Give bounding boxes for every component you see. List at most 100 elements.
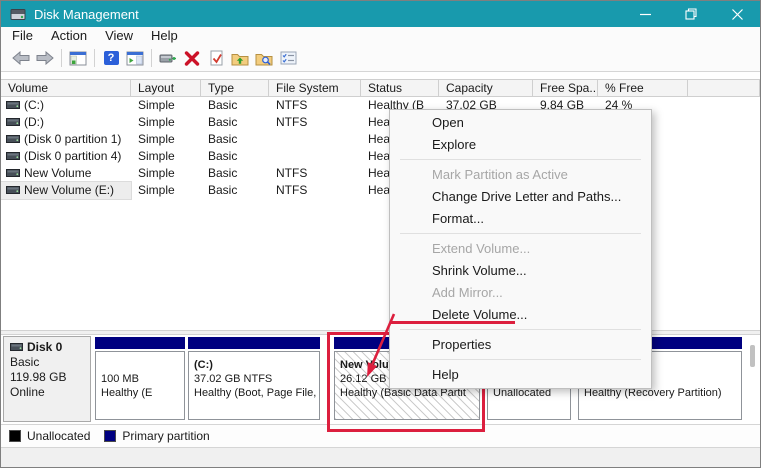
- menu-item-format[interactable]: Format...: [390, 208, 651, 230]
- volume-name: (Disk 0 partition 4): [24, 148, 121, 165]
- drive-icon: [6, 182, 20, 199]
- column-header-layout[interactable]: Layout: [131, 80, 201, 96]
- window-title: Disk Management: [34, 7, 139, 22]
- menu-file[interactable]: File: [3, 27, 42, 45]
- menu-item-explore[interactable]: Explore: [390, 134, 651, 156]
- menu-item-add-mirror: Add Mirror...: [390, 282, 651, 304]
- empty-cell: [688, 131, 760, 148]
- file-system-cell: NTFS: [269, 97, 361, 114]
- legend-label-primary-partition: Primary partition: [122, 429, 209, 443]
- scrollbar-thumb[interactable]: [750, 345, 755, 367]
- partition-status: Healthy (E: [101, 386, 184, 400]
- drive-icon: [6, 97, 20, 114]
- properties-list-icon[interactable]: [276, 48, 300, 68]
- layout-cell: Simple: [131, 114, 201, 131]
- file-system-cell: NTFS: [269, 182, 361, 199]
- column-header-volume[interactable]: Volume: [1, 80, 131, 96]
- menu-help[interactable]: Help: [142, 27, 187, 45]
- volume-name: (Disk 0 partition 1): [24, 131, 121, 148]
- column-header-free[interactable]: % Free: [598, 80, 688, 96]
- legend-swatch-primary-partition: [104, 430, 116, 442]
- partition-bar-c-drive: [188, 337, 320, 349]
- column-header-free-spa[interactable]: Free Spa...: [533, 80, 598, 96]
- partition-bar-system-partition: [95, 337, 185, 349]
- forward-icon[interactable]: [33, 48, 57, 68]
- open-folder-icon[interactable]: [228, 48, 252, 68]
- partition-name: [101, 358, 184, 372]
- file-system-cell: NTFS: [269, 114, 361, 131]
- partition-size: 37.02 GB NTFS: [194, 372, 319, 386]
- legend-swatch-unallocated: [9, 430, 21, 442]
- volume-list-header: VolumeLayoutTypeFile SystemStatusCapacit…: [1, 79, 760, 97]
- type-cell: Basic: [201, 131, 269, 148]
- mark-active-document-icon[interactable]: [204, 48, 228, 68]
- volume-name: New Volume: [24, 165, 91, 182]
- menu-bar: FileActionViewHelp: [1, 27, 760, 45]
- legend-bar: Unallocated Primary partition: [1, 424, 760, 447]
- title-bar: Disk Management: [1, 1, 760, 27]
- column-header-capacity[interactable]: Capacity: [439, 80, 533, 96]
- menu-item-change-drive-letter-and-paths[interactable]: Change Drive Letter and Paths...: [390, 186, 651, 208]
- volume-name: (C:): [24, 97, 44, 114]
- disk-type: Basic: [10, 355, 90, 370]
- explore-folder-icon[interactable]: [252, 48, 276, 68]
- delete-volume-icon[interactable]: [180, 48, 204, 68]
- disk-size: 119.98 GB: [10, 370, 90, 385]
- menu-view[interactable]: View: [96, 27, 142, 45]
- menu-item-help[interactable]: Help: [390, 364, 651, 386]
- menu-item-mark-partition-as-active: Mark Partition as Active: [390, 164, 651, 186]
- menu-separator: [400, 359, 641, 360]
- disk-name: Disk 0: [27, 340, 62, 355]
- type-cell: Basic: [201, 97, 269, 114]
- menu-item-shrink-volume[interactable]: Shrink Volume...: [390, 260, 651, 282]
- close-button[interactable]: [714, 1, 760, 27]
- menu-separator: [400, 159, 641, 160]
- back-icon[interactable]: [9, 48, 33, 68]
- rescan-disks-icon[interactable]: [156, 48, 180, 68]
- drive-icon: [6, 131, 20, 148]
- type-cell: Basic: [201, 165, 269, 182]
- menu-item-properties[interactable]: Properties: [390, 334, 651, 356]
- show-console-tree-icon[interactable]: [66, 48, 90, 68]
- column-header-status[interactable]: Status: [361, 80, 439, 96]
- volume-name: (D:): [24, 114, 44, 131]
- status-strip: [1, 447, 760, 468]
- partition-system-partition[interactable]: 100 MBHealthy (E: [95, 351, 185, 420]
- disk-icon: [10, 340, 23, 355]
- partition-name: (C:): [194, 358, 319, 372]
- menu-item-extend-volume: Extend Volume...: [390, 238, 651, 260]
- legend-label-unallocated: Unallocated: [27, 429, 90, 443]
- menu-action[interactable]: Action: [42, 27, 96, 45]
- minimize-button[interactable]: [622, 1, 668, 27]
- type-cell: Basic: [201, 148, 269, 165]
- column-header-type[interactable]: Type: [201, 80, 269, 96]
- empty-cell: [688, 97, 760, 114]
- restore-button[interactable]: [668, 1, 714, 27]
- show-action-pane-icon[interactable]: [123, 48, 147, 68]
- layout-cell: Simple: [131, 182, 201, 199]
- empty-cell: [688, 148, 760, 165]
- empty-cell: [688, 182, 760, 199]
- toolbar: ?: [1, 45, 760, 72]
- disk-management-window: Disk Management FileActionViewHelp: [0, 0, 761, 468]
- partition-status: Healthy (Boot, Page File, C: [194, 386, 319, 400]
- file-system-cell: [269, 148, 361, 165]
- help-icon[interactable]: ?: [99, 48, 123, 68]
- layout-cell: Simple: [131, 131, 201, 148]
- menu-item-open[interactable]: Open: [390, 112, 651, 134]
- disk-pane-scrollbar[interactable]: [750, 345, 755, 415]
- drive-icon: [6, 148, 20, 165]
- disk-0-header[interactable]: Disk 0 Basic 119.98 GB Online: [3, 336, 91, 422]
- partition-size: 100 MB: [101, 372, 184, 386]
- column-header-file-system[interactable]: File System: [269, 80, 361, 96]
- column-header-blank[interactable]: [688, 80, 760, 96]
- disk-drive-app-icon: [10, 8, 26, 21]
- menu-separator: [400, 233, 641, 234]
- menu-item-delete-volume[interactable]: Delete Volume...: [390, 304, 651, 326]
- partition-c-drive[interactable]: (C:)37.02 GB NTFSHealthy (Boot, Page Fil…: [188, 351, 320, 420]
- file-system-cell: NTFS: [269, 165, 361, 182]
- type-cell: Basic: [201, 182, 269, 199]
- volume-name: New Volume (E:): [24, 182, 114, 199]
- toolbar-separator: [151, 49, 152, 67]
- drive-icon: [6, 165, 20, 182]
